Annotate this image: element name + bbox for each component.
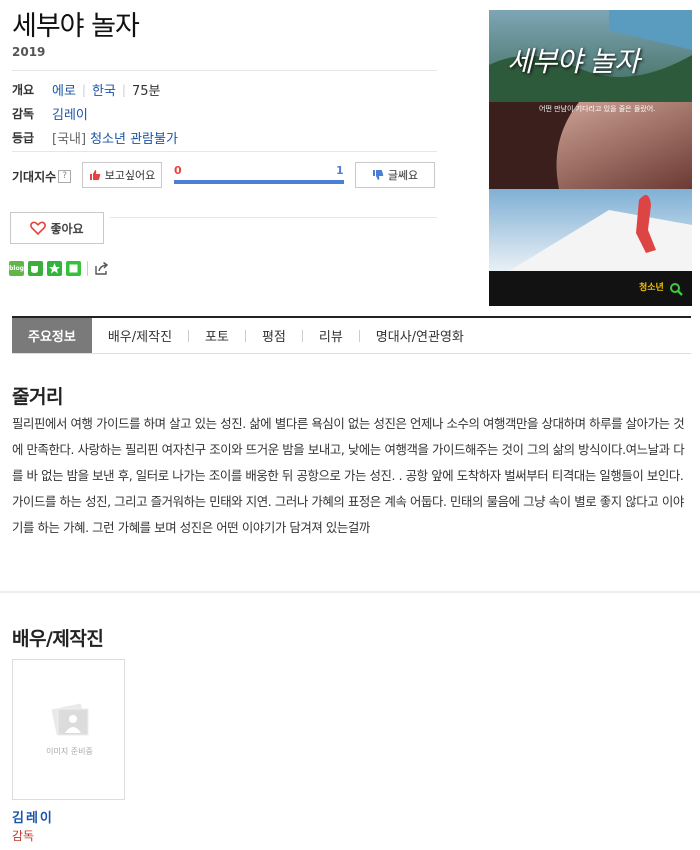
cafe-icon[interactable]: [28, 261, 43, 276]
poster-age-badge: 청소년: [639, 283, 664, 293]
movie-year: 2019: [12, 45, 46, 59]
cast-role: 감독: [12, 829, 35, 843]
director-row: 감독 김레이: [12, 104, 88, 123]
synopsis-heading: 줄거리: [12, 386, 63, 408]
cast-photo[interactable]: 이미지 준비중: [12, 659, 125, 800]
genre-link[interactable]: 에로: [52, 80, 76, 99]
social-divider: [87, 261, 88, 276]
photo-placeholder-text: 이미지 준비중: [46, 747, 93, 756]
share-icon[interactable]: [94, 261, 109, 276]
bookmark-star-icon[interactable]: [47, 261, 62, 276]
image-placeholder-icon: [51, 703, 89, 736]
expectation-label-group: 기대지수 ?: [12, 168, 72, 185]
thumbs-up-icon: [89, 170, 100, 180]
tab-quotes-related[interactable]: 명대사/연관영화: [360, 318, 480, 353]
thumbs-down-icon: [372, 170, 384, 180]
director-label: 감독: [12, 107, 35, 121]
expectation-bar: [174, 180, 344, 184]
movie-poster[interactable]: 세부야 놀자 어떤 만남이 기다리고 있을 줄은 몰랐어. 청소년: [489, 10, 692, 306]
green-square-icon[interactable]: [66, 261, 81, 276]
meh-count: 1: [336, 164, 344, 177]
runtime: 75분: [131, 84, 161, 99]
cast-heading: 배우/제작진: [12, 628, 104, 650]
expectation-label: 기대지수: [12, 170, 57, 184]
meh-label: 글쎄요: [387, 169, 419, 182]
want-to-see-label: 보고싶어요: [104, 169, 156, 182]
tab-main-info[interactable]: 주요정보: [12, 318, 92, 353]
divider: [12, 151, 437, 152]
cast-name-link[interactable]: 김레이: [12, 807, 54, 826]
section-divider: [0, 591, 700, 593]
divider: [110, 217, 437, 218]
rating-row: 등급 [국내] 청소년 관람불가: [12, 128, 178, 147]
country-link[interactable]: 한국: [92, 80, 116, 99]
want-count: 0: [174, 164, 182, 177]
zoom-icon[interactable]: [669, 282, 683, 296]
meh-button[interactable]: 글쎄요: [355, 162, 435, 188]
rating-region: [국내]: [52, 132, 87, 147]
synopsis-text: 필리핀에서 여행 가이드를 하며 살고 있는 성진. 삶에 별다른 욕심이 없는…: [12, 416, 685, 535]
tab-bar: 주요정보 배우/제작진 포토 평점 리뷰 명대사/연관영화: [12, 316, 691, 354]
tab-photos[interactable]: 포토: [189, 318, 245, 353]
social-share-bar: blog: [9, 261, 113, 276]
poster-title: 세부야 놀자: [507, 45, 640, 78]
director-link[interactable]: 김레이: [52, 104, 88, 123]
meh-bar-fill: [174, 180, 344, 184]
want-to-see-button[interactable]: 보고싶어요: [82, 162, 162, 188]
rating-link[interactable]: 청소년 관람불가: [90, 128, 178, 147]
heart-icon: [30, 221, 47, 235]
poster-tagline: 어떤 만남이 기다리고 있을 줄은 몰랐어.: [539, 105, 656, 113]
help-icon[interactable]: ?: [58, 170, 72, 183]
tab-cast-crew[interactable]: 배우/제작진: [92, 318, 188, 353]
like-label: 좋아요: [50, 221, 84, 236]
rating-label: 등급: [12, 131, 35, 145]
tab-reviews[interactable]: 리뷰: [303, 318, 359, 353]
overview-label: 개요: [12, 83, 35, 97]
tab-ratings[interactable]: 평점: [246, 318, 302, 353]
overview-row: 개요 에로 | 한국 | 75분: [12, 80, 161, 100]
divider: [12, 70, 437, 71]
like-button[interactable]: 좋아요: [10, 212, 104, 244]
movie-title: 세부야 놀자: [12, 11, 140, 42]
blog-icon[interactable]: blog: [9, 261, 24, 276]
